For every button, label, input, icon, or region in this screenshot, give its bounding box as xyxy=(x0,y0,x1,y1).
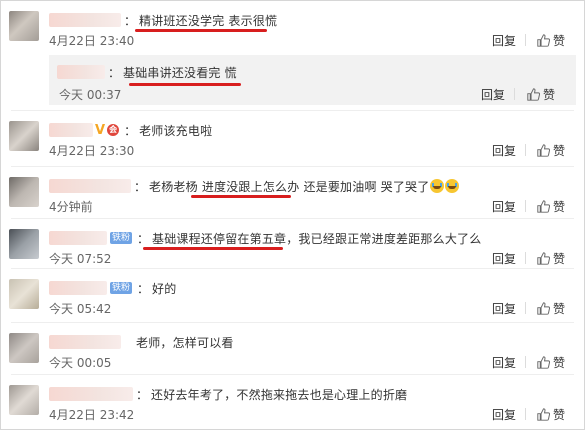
nested-reply: ： 基础串讲还没看完 慌 今天 00:37 回复 赞 xyxy=(49,55,576,105)
comment-text: 基础课程还停留在第五章，我已经跟正常进度差距那么大了么 xyxy=(152,231,482,246)
thumbs-up-icon xyxy=(537,356,550,369)
username-blurred[interactable] xyxy=(49,123,93,137)
username-blurred[interactable] xyxy=(57,65,105,79)
avatar[interactable] xyxy=(9,11,39,41)
like-label: 赞 xyxy=(553,252,566,266)
like-label: 赞 xyxy=(553,408,566,422)
like-button[interactable]: 赞 xyxy=(527,86,555,103)
like-button[interactable]: 赞 xyxy=(537,198,565,215)
comment-time: 今天 00:05 xyxy=(49,356,112,370)
thumbs-up-icon xyxy=(537,34,550,47)
avatar[interactable] xyxy=(9,229,39,259)
comment-item: ： 老杨老杨 进度没跟上怎么办 还是要加油啊 哭了哭了 4分钟前 回复 赞 xyxy=(1,167,584,219)
comment-item: ： 还好去年考了，不然拖来拖去也是心理上的折磨 4月22日 23:42 回复 赞 xyxy=(1,375,584,429)
like-label: 赞 xyxy=(543,88,556,102)
comment-text: 好的 xyxy=(152,281,177,296)
comment-time: 4月22日 23:30 xyxy=(49,144,135,158)
reply-button[interactable]: 回复 xyxy=(481,86,505,103)
avatar[interactable] xyxy=(9,121,39,151)
divider xyxy=(514,88,515,100)
avatar[interactable] xyxy=(9,385,39,415)
divider xyxy=(525,34,526,46)
verified-v-icon: V xyxy=(95,122,106,138)
like-button[interactable]: 赞 xyxy=(537,406,565,423)
comment-text: 精讲班还没学完 表示很慌 xyxy=(139,13,278,28)
reply-button[interactable]: 回复 xyxy=(492,300,516,317)
comment-time: 今天 05:42 xyxy=(49,302,112,316)
reply-button[interactable]: 回复 xyxy=(492,32,516,49)
reply-time: 今天 00:37 xyxy=(59,88,122,102)
avatar[interactable] xyxy=(9,333,39,363)
thumbs-up-icon xyxy=(537,200,550,213)
thumbs-up-icon xyxy=(527,88,540,101)
red-underline xyxy=(143,247,283,250)
crying-emoji-icon xyxy=(445,179,460,193)
like-button[interactable]: 赞 xyxy=(537,354,565,371)
username-blurred[interactable] xyxy=(49,387,133,401)
comment-text: 还好去年考了，不然拖来拖去也是心理上的折磨 xyxy=(151,387,408,402)
avatar[interactable] xyxy=(9,279,39,309)
username-blurred[interactable] xyxy=(49,13,121,27)
like-label: 赞 xyxy=(553,34,566,48)
comment-item: ： 精讲班还没学完 表示很慌 4月22日 23:40 回复 赞 ： 基础串讲还没… xyxy=(1,1,584,111)
red-underline xyxy=(135,29,267,32)
username-blurred[interactable] xyxy=(49,335,121,349)
like-button[interactable]: 赞 xyxy=(537,32,565,49)
username-blurred[interactable] xyxy=(49,179,131,193)
fan-badge: 铁粉 xyxy=(110,282,133,294)
thumbs-up-icon xyxy=(537,302,550,315)
comment-time: 4月22日 23:42 xyxy=(49,408,135,422)
comment-item: 老师，怎样可以看 今天 00:05 回复 赞 xyxy=(1,323,584,375)
comment-text: 老师该充电啦 xyxy=(139,123,213,138)
comment-list: ： 精讲班还没学完 表示很慌 4月22日 23:40 回复 赞 ： 基础串讲还没… xyxy=(0,0,585,430)
comment-time: 4分钟前 xyxy=(49,200,93,214)
thumbs-up-icon xyxy=(537,252,550,265)
reply-button[interactable]: 回复 xyxy=(492,198,516,215)
like-label: 赞 xyxy=(553,302,566,316)
like-label: 赞 xyxy=(553,144,566,158)
thumbs-up-icon xyxy=(537,144,550,157)
comment-time: 今天 07:52 xyxy=(49,252,112,266)
username-blurred[interactable] xyxy=(49,231,107,245)
comment-time: 4月22日 23:40 xyxy=(49,34,135,48)
like-label: 赞 xyxy=(553,200,566,214)
comment-item: 铁粉 ： 好的 今天 05:42 回复 赞 xyxy=(1,269,584,323)
reply-button[interactable]: 回复 xyxy=(492,406,516,423)
comment-item: V 会 ： 老师该充电啦 4月22日 23:30 回复 赞 xyxy=(1,111,584,167)
like-button[interactable]: 赞 xyxy=(537,300,565,317)
like-button[interactable]: 赞 xyxy=(537,142,565,159)
crying-emoji-icon xyxy=(430,179,445,193)
red-underline xyxy=(129,83,241,86)
thumbs-up-icon xyxy=(537,408,550,421)
reply-button[interactable]: 回复 xyxy=(492,142,516,159)
avatar[interactable] xyxy=(9,177,39,207)
fan-badge: 铁粉 xyxy=(110,232,133,244)
like-label: 赞 xyxy=(553,356,566,370)
username-blurred[interactable] xyxy=(49,281,107,295)
vip-badge-icon: 会 xyxy=(107,124,120,136)
comment-text: 老杨老杨 进度没跟上怎么办 还是要加油啊 哭了哭了 xyxy=(149,179,430,194)
reply-button[interactable]: 回复 xyxy=(492,250,516,267)
comment-item: 铁粉 ： 基础课程还停留在第五章，我已经跟正常进度差距那么大了么 今天 07:5… xyxy=(1,219,584,269)
red-underline xyxy=(191,195,291,198)
reply-text: 基础串讲还没看完 慌 xyxy=(123,65,237,80)
comment-text: 老师，怎样可以看 xyxy=(136,335,234,350)
like-button[interactable]: 赞 xyxy=(537,250,565,267)
reply-button[interactable]: 回复 xyxy=(492,354,516,371)
